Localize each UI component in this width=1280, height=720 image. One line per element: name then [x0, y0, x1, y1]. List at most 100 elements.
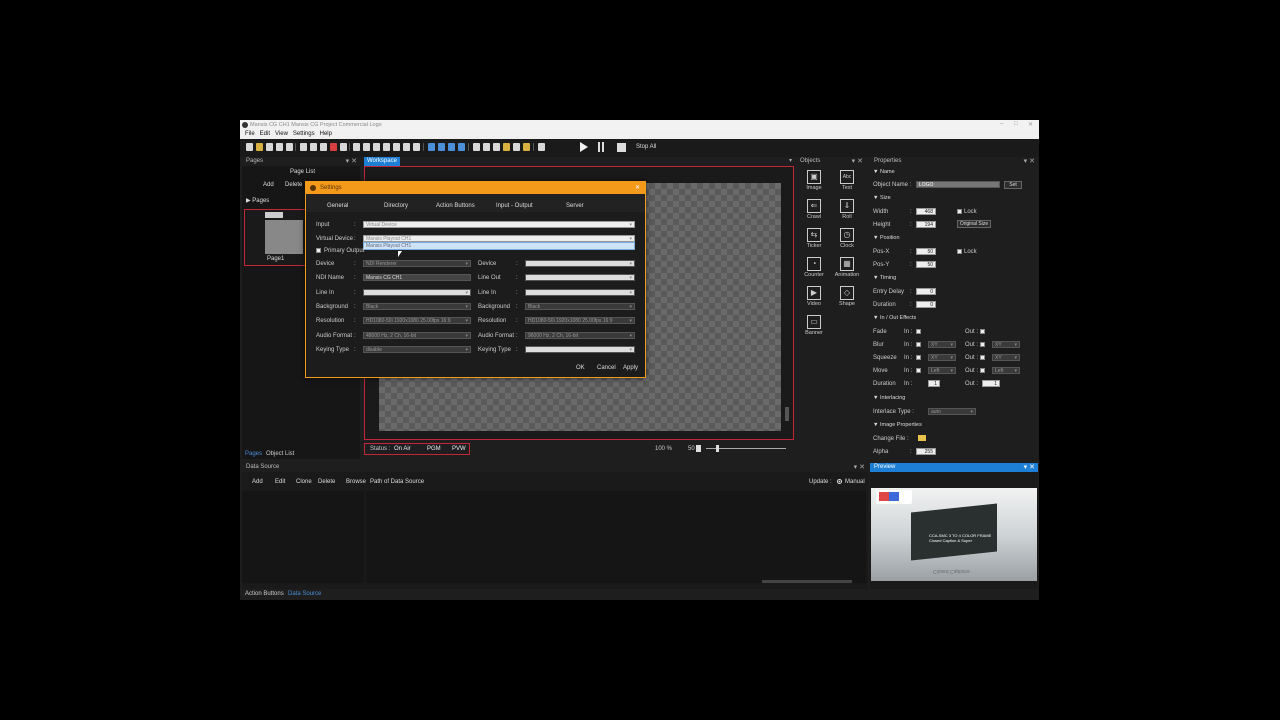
object-video-button[interactable]: ▶ Video: [801, 285, 827, 313]
position-lock-checkbox[interactable]: [957, 249, 962, 254]
opacity-stepper[interactable]: [696, 445, 701, 452]
virtual-device-select[interactable]: Mansis Playout CH1 ▾: [363, 235, 635, 242]
object-image-button[interactable]: ▣ Image: [801, 169, 827, 197]
add-page-button[interactable]: Add: [263, 182, 274, 188]
effects-icon[interactable]: [523, 143, 530, 151]
pvw-button[interactable]: PVW: [452, 446, 466, 452]
blur-out-checkbox[interactable]: [980, 342, 985, 347]
save-as-icon[interactable]: [276, 143, 283, 151]
fade-in-checkbox[interactable]: [916, 329, 921, 334]
close-panel-icon[interactable]: ▾ ✕: [1024, 463, 1035, 471]
input-select[interactable]: Virtual Device ▾: [363, 221, 635, 228]
height-input[interactable]: 194: [916, 221, 936, 228]
ds-browse-button[interactable]: Browse: [346, 479, 366, 485]
object-banner-button[interactable]: ▭ Banner: [801, 314, 827, 342]
right-resolution-select[interactable]: HD1080-50i 1920x1080 25.00fps 16:9 ▾: [525, 317, 635, 325]
rotate-icon[interactable]: [493, 143, 500, 151]
object-crawl-button[interactable]: ⇐ Crawl: [801, 198, 827, 226]
ds-hscrollbar[interactable]: [762, 580, 852, 583]
delete-icon[interactable]: [330, 143, 337, 151]
ds-delete-button[interactable]: Delete: [318, 479, 335, 485]
tab-pages[interactable]: Pages: [245, 451, 262, 457]
primary-output-checkbox[interactable]: [316, 248, 321, 253]
workspace-menu-icon[interactable]: ▾: [789, 157, 792, 164]
move-out-select[interactable]: Left ▾: [992, 367, 1020, 374]
paste-icon[interactable]: [320, 143, 327, 151]
manual-radio[interactable]: [837, 479, 842, 484]
right-keying-type-select[interactable]: ▾: [525, 345, 635, 353]
menu-file[interactable]: File: [245, 131, 255, 137]
right-device-select[interactable]: ▾: [525, 260, 635, 267]
link-icon[interactable]: [513, 143, 520, 151]
align-top-icon[interactable]: [383, 143, 390, 151]
ds-list[interactable]: [242, 491, 364, 583]
object-clock-button[interactable]: ◷ Clock: [834, 227, 860, 255]
zoom-slider-thumb[interactable]: [716, 445, 719, 452]
section-image-properties[interactable]: ▼ Image Properties: [873, 422, 922, 428]
stop-icon[interactable]: [617, 143, 626, 152]
object-ticker-button[interactable]: ⇆ Ticker: [801, 227, 827, 255]
move-up-icon[interactable]: [438, 143, 445, 151]
close-icon[interactable]: ✕: [1028, 121, 1033, 128]
print-icon[interactable]: [286, 143, 293, 151]
close-panel-icon[interactable]: ▾ ✕: [1024, 157, 1035, 165]
close-panel-icon[interactable]: ▾ ✕: [346, 157, 357, 165]
align-center-icon[interactable]: [363, 143, 370, 151]
blur-in-select[interactable]: XY ▾: [928, 341, 956, 348]
workspace-vscrollbar[interactable]: [785, 407, 789, 421]
play-icon[interactable]: [580, 142, 588, 152]
left-resolution-select[interactable]: HD1080-50i 1920x1080 25.00fps 16:9 ▾: [363, 317, 471, 325]
left-ndi-name-input[interactable]: Mansis CG CH1: [363, 274, 471, 282]
blur-out-select[interactable]: XY ▾: [992, 341, 1020, 348]
move-out-checkbox[interactable]: [980, 368, 985, 373]
cancel-button[interactable]: Cancel: [597, 365, 616, 371]
apply-button[interactable]: Apply: [623, 365, 638, 371]
page-thumbnail[interactable]: Page1: [244, 209, 306, 266]
width-input[interactable]: 468: [916, 208, 936, 215]
left-device-select[interactable]: NDI Renderer ▾: [363, 260, 471, 267]
visibility-icon[interactable]: [503, 143, 510, 151]
interlace-type-select[interactable]: auto ▾: [928, 408, 976, 415]
minimize-icon[interactable]: –: [1000, 121, 1003, 127]
set-name-button[interactable]: Set: [1004, 181, 1022, 189]
left-keying-type-select[interactable]: disable ▾: [363, 345, 471, 353]
object-counter-button[interactable]: ◔ Counter: [801, 256, 827, 284]
open-icon[interactable]: [256, 143, 263, 151]
size-lock-checkbox[interactable]: [957, 209, 962, 214]
section-effects[interactable]: ▼ In / Out Effects: [873, 315, 916, 321]
bring-front-icon[interactable]: [458, 143, 465, 151]
align-left-icon[interactable]: [353, 143, 360, 151]
save-icon[interactable]: [266, 143, 273, 151]
tab-data-source[interactable]: Data Source: [288, 591, 321, 597]
object-roll-button[interactable]: ⇓ Roll: [834, 198, 860, 226]
send-back-icon[interactable]: [448, 143, 455, 151]
menu-view[interactable]: View: [275, 131, 288, 137]
tab-general[interactable]: General: [327, 203, 348, 209]
fade-out-checkbox[interactable]: [980, 329, 985, 334]
blur-in-checkbox[interactable]: [916, 342, 921, 347]
menu-help[interactable]: Help: [320, 131, 332, 137]
move-in-select[interactable]: Left ▾: [928, 367, 956, 374]
flip-icon[interactable]: [473, 143, 480, 151]
section-position[interactable]: ▼ Position: [873, 235, 900, 241]
right-audio-format-select[interactable]: 96000 Hz, 2 Ch, 16-bit ▾: [525, 331, 635, 339]
close-panel-icon[interactable]: ▾ ✕: [852, 157, 863, 165]
tab-workspace[interactable]: Workspace: [364, 157, 400, 166]
section-interlacing[interactable]: ▼ Interlacing: [873, 395, 905, 401]
ok-button[interactable]: OK: [576, 365, 585, 371]
stop-all-button[interactable]: Stop All: [636, 144, 656, 150]
object-name-input[interactable]: LOGO: [916, 181, 1000, 188]
settings-close-icon[interactable]: ✕: [635, 184, 640, 191]
tab-input-output[interactable]: Input - Output: [496, 203, 533, 209]
duration-in-input[interactable]: 1: [928, 380, 940, 387]
object-animation-button[interactable]: ▦ Animation: [834, 256, 860, 284]
tab-action-buttons[interactable]: Action Buttons: [436, 203, 475, 209]
squeeze-in-select[interactable]: XY ▾: [928, 354, 956, 361]
object-text-button[interactable]: Abc Text: [834, 169, 860, 197]
tab-action-buttons[interactable]: Action Buttons: [245, 591, 284, 597]
ds-clone-button[interactable]: Clone: [296, 479, 312, 485]
tab-directory[interactable]: Directory: [384, 203, 408, 209]
move-down-icon[interactable]: [428, 143, 435, 151]
squeeze-out-select[interactable]: XY ▾: [992, 354, 1020, 361]
maximize-icon[interactable]: □: [1014, 121, 1018, 127]
